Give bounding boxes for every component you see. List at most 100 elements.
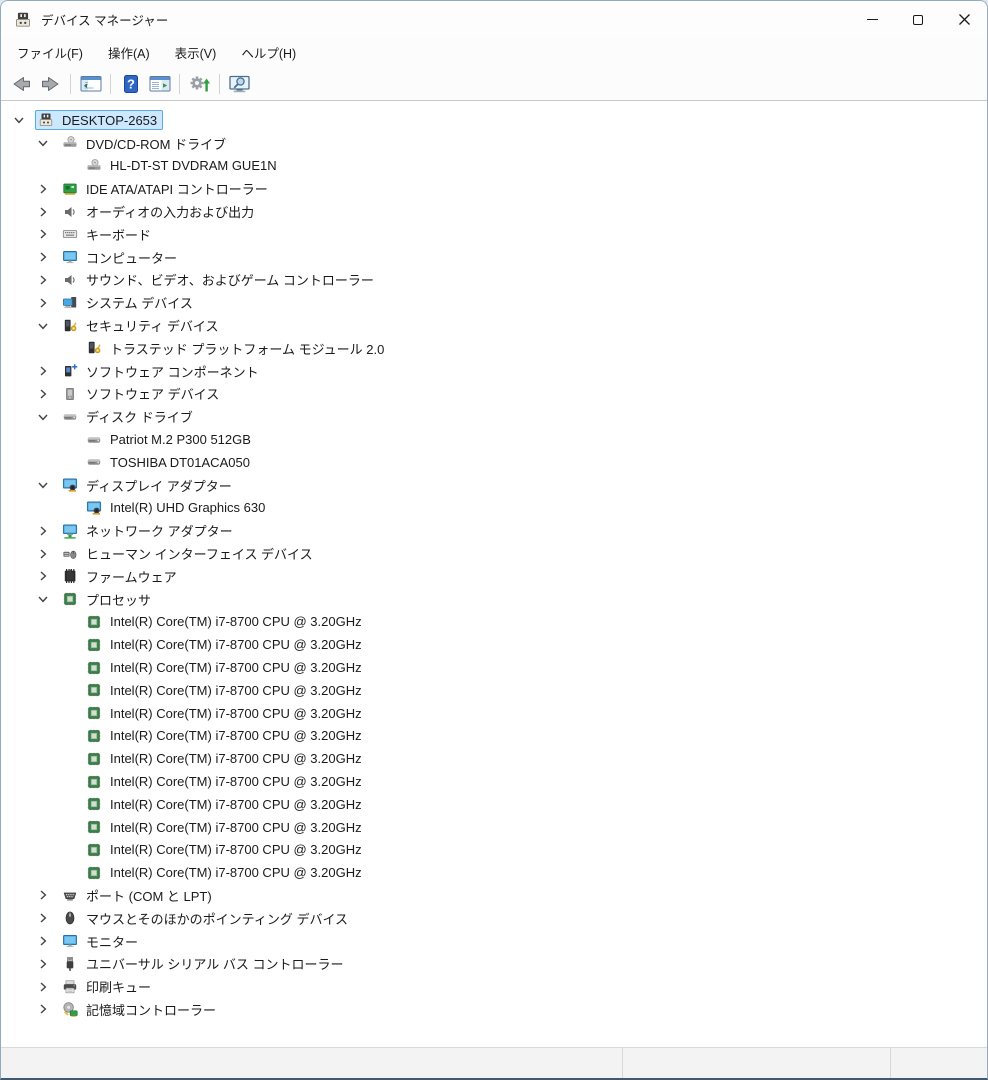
- scan-hardware-icon: [188, 74, 211, 94]
- expand-toggle[interactable]: [33, 204, 59, 220]
- tree-item[interactable]: トラステッド プラットフォーム モジュール 2.0: [1, 337, 987, 360]
- tree-item[interactable]: Intel(R) Core(TM) i7-8700 CPU @ 3.20GHz: [1, 656, 987, 679]
- security-device-icon: [62, 318, 78, 334]
- cd-drive-icon: [62, 135, 78, 151]
- tree-item[interactable]: 印刷キュー: [1, 975, 987, 998]
- expand-toggle[interactable]: [33, 226, 59, 242]
- tree-item-label: TOSHIBA DT01ACA050: [110, 454, 250, 470]
- menu-help[interactable]: ヘルプ(H): [231, 39, 306, 66]
- tree-node: モニター: [59, 930, 144, 953]
- tree-item[interactable]: ソフトウェア デバイス: [1, 383, 987, 406]
- tree-item[interactable]: DESKTOP-2653: [1, 109, 987, 132]
- tree-item[interactable]: セキュリティ デバイス: [1, 314, 987, 337]
- tree-node: コンピューター: [59, 246, 183, 269]
- tree-item[interactable]: TOSHIBA DT01ACA050: [1, 451, 987, 474]
- collapse-toggle[interactable]: [33, 409, 59, 425]
- tree-item-label: 記憶域コントローラー: [86, 1002, 217, 1018]
- tree-item[interactable]: モニター: [1, 930, 987, 953]
- tree-item[interactable]: システム デバイス: [1, 291, 987, 314]
- tree-item[interactable]: ユニバーサル シリアル バス コントローラー: [1, 952, 987, 975]
- tree-item[interactable]: Intel(R) Core(TM) i7-8700 CPU @ 3.20GHz: [1, 839, 987, 862]
- tree-item[interactable]: オーディオの入力および出力: [1, 200, 987, 223]
- tree-item[interactable]: サウンド、ビデオ、およびゲーム コントローラー: [1, 269, 987, 292]
- show-action-pane-button[interactable]: [145, 70, 174, 97]
- device-search-button[interactable]: [225, 70, 254, 97]
- tree-item[interactable]: Intel(R) Core(TM) i7-8700 CPU @ 3.20GHz: [1, 793, 987, 816]
- collapse-toggle[interactable]: [33, 318, 59, 334]
- back-button[interactable]: [7, 70, 36, 97]
- menu-view[interactable]: 表示(V): [165, 39, 227, 66]
- tree-item[interactable]: ディスク ドライブ: [1, 405, 987, 428]
- collapse-toggle[interactable]: [33, 477, 59, 493]
- collapse-toggle[interactable]: [33, 135, 59, 151]
- tree-node: ソフトウェア デバイス: [59, 382, 225, 405]
- tree-item[interactable]: Intel(R) Core(TM) i7-8700 CPU @ 3.20GHz: [1, 816, 987, 839]
- tree-item[interactable]: ヒューマン インターフェイス デバイス: [1, 542, 987, 565]
- tree-node: ネットワーク アダプター: [59, 519, 239, 542]
- expand-toggle[interactable]: [33, 386, 59, 402]
- expand-toggle[interactable]: [33, 910, 59, 926]
- tree-item[interactable]: マウスとそのほかのポインティング デバイス: [1, 907, 987, 930]
- expand-toggle[interactable]: [33, 249, 59, 265]
- tree-item[interactable]: ソフトウェア コンポーネント: [1, 360, 987, 383]
- software-component-icon: [62, 363, 78, 379]
- tree-item[interactable]: ポート (COM と LPT): [1, 884, 987, 907]
- expand-toggle[interactable]: [33, 1001, 59, 1017]
- expand-toggle[interactable]: [33, 956, 59, 972]
- tree-item[interactable]: ネットワーク アダプター: [1, 519, 987, 542]
- tree-item[interactable]: HL-DT-ST DVDRAM GUE1N: [1, 155, 987, 178]
- monitor-blue-icon: [62, 249, 78, 265]
- expand-toggle[interactable]: [33, 979, 59, 995]
- expand-toggle[interactable]: [33, 295, 59, 311]
- tree-item[interactable]: コンピューター: [1, 246, 987, 269]
- show-console-tree-button[interactable]: [76, 70, 105, 97]
- tree-item[interactable]: Intel(R) Core(TM) i7-8700 CPU @ 3.20GHz: [1, 770, 987, 793]
- processor-icon: [86, 796, 102, 812]
- tree-item[interactable]: Intel(R) Core(TM) i7-8700 CPU @ 3.20GHz: [1, 611, 987, 634]
- processor-icon: [62, 591, 78, 607]
- tree-item[interactable]: Intel(R) Core(TM) i7-8700 CPU @ 3.20GHz: [1, 747, 987, 770]
- expand-toggle[interactable]: [33, 363, 59, 379]
- expand-toggle[interactable]: [33, 272, 59, 288]
- expand-toggle[interactable]: [33, 887, 59, 903]
- forward-button[interactable]: [36, 70, 65, 97]
- menu-file[interactable]: ファイル(F): [7, 39, 93, 66]
- close-button[interactable]: [941, 1, 987, 38]
- tree-item[interactable]: Intel(R) Core(TM) i7-8700 CPU @ 3.20GHz: [1, 633, 987, 656]
- tree-node: マウスとそのほかのポインティング デバイス: [59, 907, 354, 930]
- collapse-toggle[interactable]: [33, 591, 59, 607]
- tree-item[interactable]: プロセッサ: [1, 588, 987, 611]
- tree-item-label: ヒューマン インターフェイス デバイス: [86, 547, 313, 563]
- minimize-button[interactable]: [849, 1, 895, 38]
- tree-item[interactable]: Patriot M.2 P300 512GB: [1, 428, 987, 451]
- tree-item[interactable]: Intel(R) Core(TM) i7-8700 CPU @ 3.20GHz: [1, 702, 987, 725]
- expand-toggle[interactable]: [33, 523, 59, 539]
- tree-item-label: サウンド、ビデオ、およびゲーム コントローラー: [86, 273, 374, 289]
- menu-action[interactable]: 操作(A): [98, 39, 160, 66]
- collapse-toggle[interactable]: [9, 112, 35, 128]
- scan-hardware-changes-button[interactable]: [185, 70, 214, 97]
- tree-item[interactable]: Intel(R) Core(TM) i7-8700 CPU @ 3.20GHz: [1, 679, 987, 702]
- tree-item[interactable]: Intel(R) UHD Graphics 630: [1, 497, 987, 520]
- tree-node: HL-DT-ST DVDRAM GUE1N: [83, 156, 283, 176]
- selected-tree-node: DESKTOP-2653: [35, 110, 164, 131]
- tree-item[interactable]: IDE ATA/ATAPI コントローラー: [1, 177, 987, 200]
- maximize-button[interactable]: [895, 1, 941, 38]
- tree-node: プロセッサ: [59, 588, 157, 611]
- help-button[interactable]: ?: [116, 70, 145, 97]
- tree-item[interactable]: DVD/CD-ROM ドライブ: [1, 132, 987, 155]
- expand-toggle[interactable]: [33, 568, 59, 584]
- tree-item[interactable]: ファームウェア: [1, 565, 987, 588]
- tree-item-label: オーディオの入力および出力: [86, 205, 255, 221]
- tree-item[interactable]: Intel(R) Core(TM) i7-8700 CPU @ 3.20GHz: [1, 725, 987, 748]
- tree-item[interactable]: キーボード: [1, 223, 987, 246]
- tree-item[interactable]: ディスプレイ アダプター: [1, 474, 987, 497]
- expand-toggle[interactable]: [33, 181, 59, 197]
- expand-toggle[interactable]: [33, 933, 59, 949]
- tree-item[interactable]: 記憶域コントローラー: [1, 998, 987, 1021]
- expand-toggle[interactable]: [33, 546, 59, 562]
- tree-item[interactable]: Intel(R) Core(TM) i7-8700 CPU @ 3.20GHz: [1, 861, 987, 884]
